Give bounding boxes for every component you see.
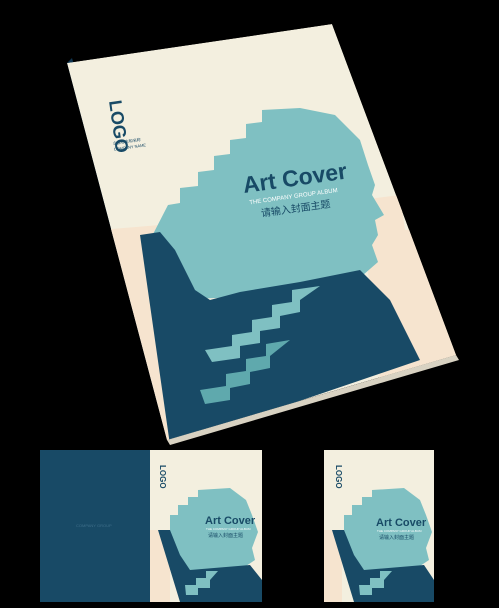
mockup-stage: LOGO 企业标志和名称 COMPANY NAME Art Cover THE …: [0, 0, 499, 608]
spread-preview: COMPANY GROUP LOGO Art Cover THE COMPANY…: [40, 450, 262, 602]
spread-tagline: 请输入封面主题: [208, 532, 243, 539]
front-tagline: 请输入封面主题: [379, 534, 414, 541]
front-preview: LOGO Art Cover THE COMPANY GROUP ALBUM 请…: [324, 450, 434, 602]
spread-title: Art Cover: [205, 515, 256, 527]
spread-subtitle: THE COMPANY GROUP ALBUM: [206, 527, 251, 531]
front-title: Art Cover: [376, 517, 427, 529]
spread-back-caption: COMPANY GROUP: [76, 523, 112, 528]
spread-logo: LOGO: [158, 465, 167, 489]
main-book: LOGO 企业标志和名称 COMPANY NAME Art Cover THE …: [67, 24, 459, 445]
front-subtitle: THE COMPANY GROUP ALBUM: [377, 529, 422, 533]
front-logo: LOGO: [334, 465, 343, 489]
mockup-artwork: LOGO 企业标志和名称 COMPANY NAME Art Cover THE …: [40, 24, 459, 602]
